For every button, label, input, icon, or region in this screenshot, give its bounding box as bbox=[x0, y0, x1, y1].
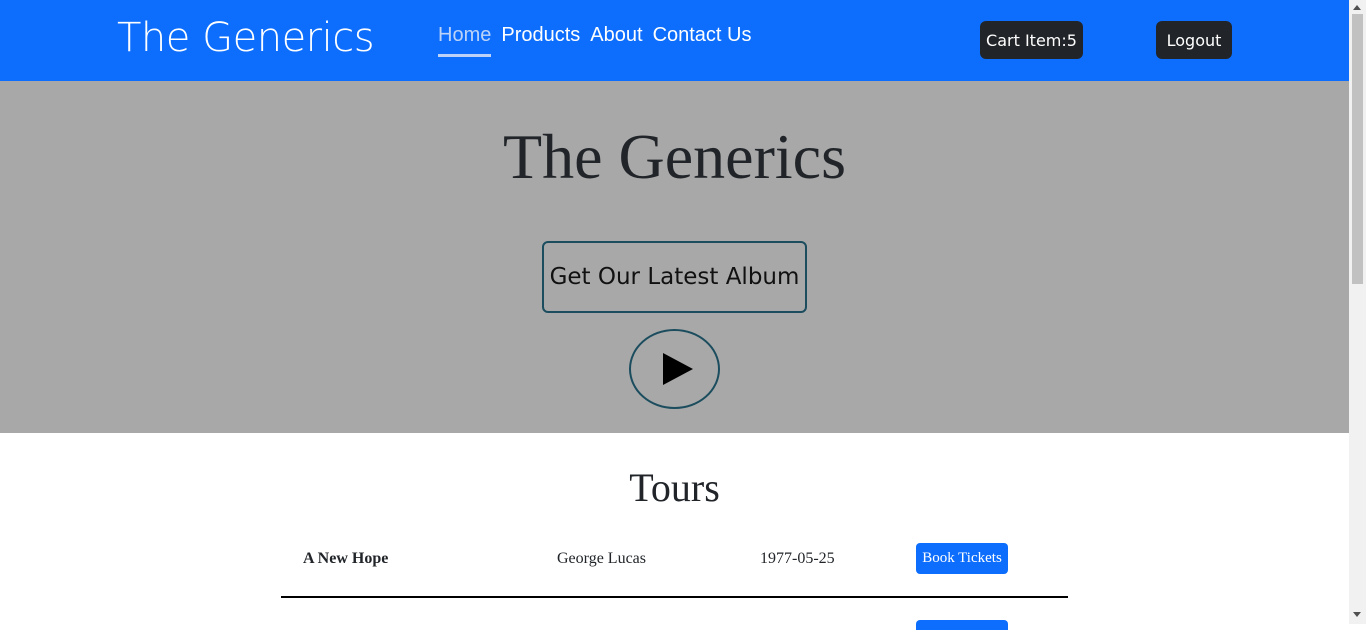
nav-links: Home Products About Contact Us bbox=[438, 22, 752, 57]
top-navbar: The Generics Home Products About Contact… bbox=[0, 0, 1349, 81]
nav-home-link[interactable]: Home bbox=[438, 22, 492, 57]
tours-heading: Tours bbox=[629, 465, 720, 510]
play-icon bbox=[663, 353, 693, 385]
scroll-up-arrow-icon[interactable] bbox=[1353, 5, 1361, 10]
logout-button[interactable]: Logout bbox=[1156, 21, 1232, 59]
get-latest-album-button[interactable]: Get Our Latest Album bbox=[542, 241, 807, 313]
hero-section: The Generics Get Our Latest Album bbox=[0, 81, 1349, 433]
brand-logo-text[interactable]: The Generics bbox=[117, 12, 375, 64]
play-button[interactable] bbox=[629, 329, 720, 409]
tour-title: A New Hope bbox=[303, 550, 389, 567]
hero-title: The Generics bbox=[503, 121, 846, 192]
nav-products-link[interactable]: Products bbox=[501, 22, 580, 57]
book-tickets-button[interactable]: Book Tickets bbox=[916, 543, 1008, 574]
tour-date: 1977-05-25 bbox=[760, 550, 835, 567]
book-tickets-button-partial[interactable] bbox=[916, 620, 1008, 630]
tour-director: George Lucas bbox=[557, 550, 646, 567]
scroll-down-arrow-icon[interactable] bbox=[1353, 612, 1361, 617]
cart-button[interactable]: Cart Item:5 bbox=[980, 21, 1083, 59]
nav-about-link[interactable]: About bbox=[590, 22, 642, 57]
page-scrollbar[interactable] bbox=[1349, 0, 1366, 624]
tour-row: A New Hope George Lucas 1977-05-25 Book … bbox=[281, 533, 1068, 598]
nav-contact-link[interactable]: Contact Us bbox=[653, 22, 752, 57]
scroll-thumb[interactable] bbox=[1352, 14, 1363, 284]
